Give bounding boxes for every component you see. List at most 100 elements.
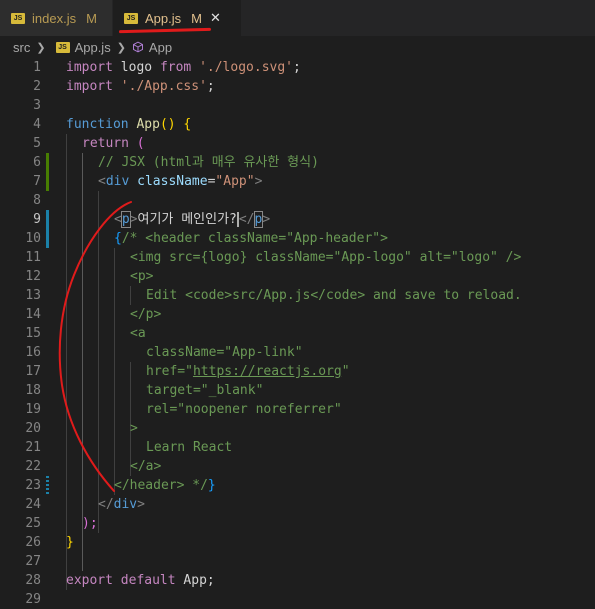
line-number: 26 bbox=[25, 535, 41, 550]
string: './App.css' bbox=[120, 79, 207, 94]
identifier: logo bbox=[112, 60, 160, 75]
tab-index-js[interactable]: JS index.js M bbox=[0, 0, 112, 36]
keyword: import bbox=[66, 79, 113, 94]
breadcrumb-folder[interactable]: src bbox=[13, 40, 30, 55]
line-number: 9 bbox=[33, 212, 41, 227]
code-line: 15 <a bbox=[0, 324, 595, 343]
keyword: return bbox=[82, 136, 129, 151]
code-line-current: 9 <p>여기가 메인인가? </p> bbox=[0, 210, 595, 229]
comment: </p> bbox=[130, 307, 162, 322]
code-line: 29 bbox=[0, 590, 595, 609]
line-number: 12 bbox=[25, 269, 41, 284]
line-number: 13 bbox=[25, 288, 41, 303]
breadcrumb: src ❯ JS App.js ❯ App bbox=[0, 36, 595, 58]
code-line: 5 return ( bbox=[0, 134, 595, 153]
line-number: 8 bbox=[33, 193, 41, 208]
keyword: export bbox=[66, 573, 113, 588]
line-number: 17 bbox=[25, 364, 41, 379]
line-number: 20 bbox=[25, 421, 41, 436]
tag: div bbox=[105, 174, 130, 189]
comment: " bbox=[341, 364, 350, 379]
code-line: 8 bbox=[0, 191, 595, 210]
code-line: 25); bbox=[0, 514, 595, 533]
punct: < bbox=[114, 212, 122, 227]
modified-badge: M bbox=[191, 10, 202, 26]
comment: <p> bbox=[130, 269, 154, 284]
line-number: 4 bbox=[33, 117, 41, 132]
code-line: 13 Edit <code>src/App.js</code> and save … bbox=[0, 286, 595, 305]
punct: ; bbox=[206, 79, 215, 94]
line-number: 23 bbox=[25, 478, 41, 493]
breadcrumb-file[interactable]: App.js bbox=[75, 40, 111, 55]
jsx-text: 여기가 메인인가? bbox=[137, 212, 237, 227]
line-number: 6 bbox=[33, 155, 41, 170]
punct: > bbox=[262, 212, 271, 227]
code-line: 16 className="App-link" bbox=[0, 343, 595, 362]
line-number: 24 bbox=[25, 497, 41, 512]
code-line: 12 <p> bbox=[0, 267, 595, 286]
line-number: 25 bbox=[25, 516, 41, 531]
code-line: 11 <img src={logo} className="App-logo" a… bbox=[0, 248, 595, 267]
punct: < bbox=[98, 174, 106, 189]
punct: } bbox=[66, 535, 74, 550]
string: "App" bbox=[215, 174, 255, 189]
function-name: App bbox=[136, 117, 160, 132]
line-number: 18 bbox=[25, 383, 41, 398]
comment: </a> bbox=[130, 459, 162, 474]
line-number: 21 bbox=[25, 440, 41, 455]
line-number: 14 bbox=[25, 307, 41, 322]
punct: } bbox=[207, 478, 216, 493]
line-number: 1 bbox=[33, 60, 41, 75]
code-editor[interactable]: 1 import logo from './logo.svg'; 2 import … bbox=[0, 58, 595, 607]
breadcrumb-symbol[interactable]: App bbox=[149, 40, 172, 55]
line-number: 27 bbox=[25, 554, 41, 569]
code-line: 18 target="_blank" bbox=[0, 381, 595, 400]
line-number: 7 bbox=[33, 174, 41, 189]
line-number: 15 bbox=[25, 326, 41, 341]
code-line: 1 import logo from './logo.svg'; bbox=[0, 58, 595, 77]
code-line: 26} bbox=[0, 533, 595, 552]
comment: Learn React bbox=[146, 440, 233, 455]
close-icon[interactable]: ✕ bbox=[210, 10, 221, 26]
comment: Edit <code>src/App.js</code> and save to… bbox=[146, 288, 522, 303]
modified-badge: M bbox=[86, 10, 97, 26]
keyword: import bbox=[66, 60, 113, 75]
comment: <img src={logo} className="App-logo" alt… bbox=[130, 250, 522, 265]
code-line: 19 rel="noopener noreferrer" bbox=[0, 400, 595, 419]
js-file-icon: JS bbox=[124, 12, 138, 24]
punct: { bbox=[114, 231, 122, 246]
tab-label: index.js bbox=[32, 10, 77, 26]
line-number: 29 bbox=[25, 592, 41, 607]
comment: href=" bbox=[146, 364, 193, 379]
attribute: className bbox=[137, 174, 208, 189]
punct: ; bbox=[206, 573, 215, 588]
punct: () { bbox=[159, 117, 192, 132]
punct: </ bbox=[238, 212, 255, 227]
chevron-right-icon: ❯ bbox=[36, 41, 46, 54]
code-line: 28 export default App; bbox=[0, 571, 595, 590]
js-file-icon: JS bbox=[11, 12, 25, 24]
line-number: 19 bbox=[25, 402, 41, 417]
keyword: from bbox=[159, 60, 192, 75]
comment: className="App-link" bbox=[146, 345, 303, 360]
punct: </ bbox=[98, 497, 114, 512]
comment: <a bbox=[130, 326, 146, 341]
line-number: 11 bbox=[25, 250, 41, 265]
code-line: 4 function App() { bbox=[0, 115, 595, 134]
code-line: 24 </div> bbox=[0, 495, 595, 514]
tag: p bbox=[120, 211, 131, 228]
punct: > bbox=[254, 174, 263, 189]
line-number: 3 bbox=[33, 98, 41, 113]
code-line: 14 </p> bbox=[0, 305, 595, 324]
tab-bar: JS index.js M JS App.js M ✕ bbox=[0, 0, 595, 36]
punct: > bbox=[137, 497, 145, 512]
code-line: 2 import './App.css'; bbox=[0, 77, 595, 96]
comment: rel="noopener noreferrer" bbox=[146, 402, 342, 417]
code-line: 7 <div className="App"> bbox=[0, 172, 595, 191]
code-line: 6 // JSX (html과 매우 유사한 형식) bbox=[0, 153, 595, 172]
punct: ; bbox=[293, 60, 301, 75]
code-line: 17 href="https://reactjs.org" bbox=[0, 362, 595, 381]
comment-link[interactable]: https://reactjs.org bbox=[193, 364, 342, 379]
keyword: default bbox=[120, 573, 176, 588]
comment: // JSX (html과 매우 유사한 형식) bbox=[98, 155, 319, 170]
